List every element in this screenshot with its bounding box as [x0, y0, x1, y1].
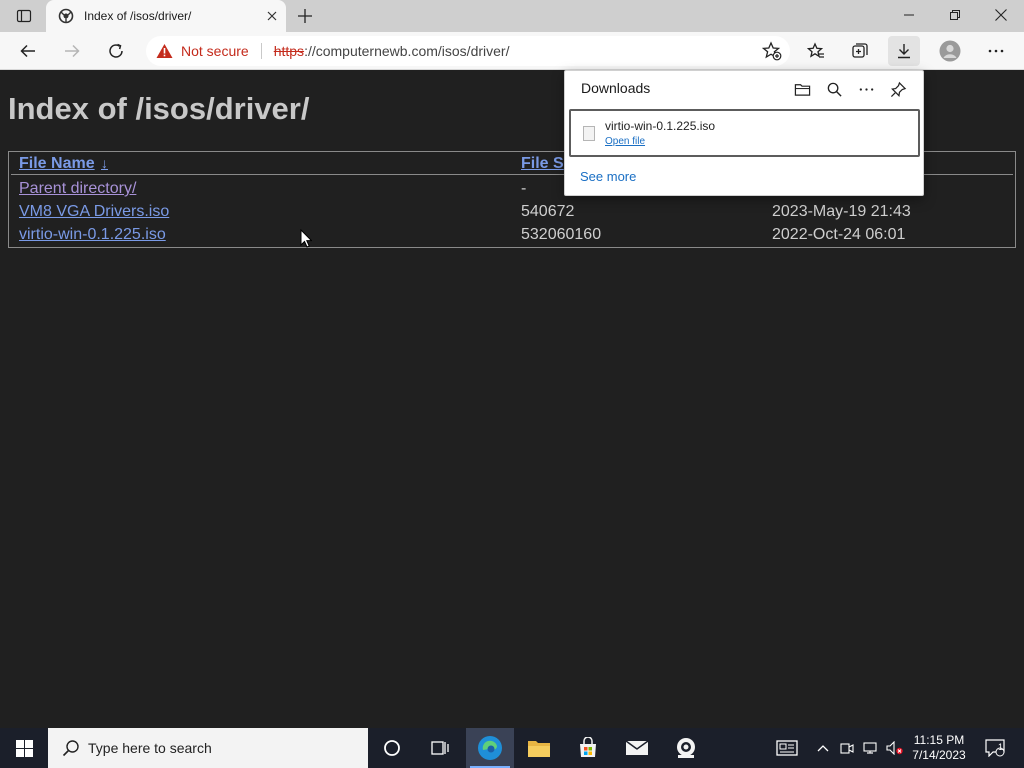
collections-icon[interactable] [844, 36, 876, 66]
back-icon[interactable] [12, 36, 44, 66]
add-favorite-icon[interactable] [762, 41, 782, 61]
favorites-icon[interactable] [800, 36, 832, 66]
search-downloads-icon[interactable] [821, 77, 847, 101]
network-icon[interactable] [860, 728, 882, 768]
profile-avatar-icon[interactable] [934, 36, 966, 66]
file-size: - [521, 180, 527, 197]
mouse-cursor-icon [300, 229, 312, 248]
device-icon[interactable] [836, 728, 858, 768]
chevron-up-icon[interactable] [812, 728, 834, 768]
edge-taskbar-icon[interactable] [466, 728, 514, 768]
url-text: ://computernewb.com/isos/driver/ [304, 43, 510, 59]
cortana-icon[interactable] [368, 728, 416, 768]
page-title: Index of /isos/driver/ [8, 91, 310, 126]
downloads-panel: Downloads virtio-win-0.1.225.iso Open fi… [564, 70, 924, 196]
file-date: 2023-May-19 21:43 [772, 203, 911, 220]
column-header-file-size[interactable]: File S [521, 155, 564, 173]
file-size: 540672 [521, 203, 575, 220]
tab-actions-icon[interactable] [8, 5, 40, 27]
mail-icon[interactable] [613, 728, 661, 768]
sort-arrow-icon[interactable]: ↓ [101, 155, 108, 171]
download-item[interactable]: virtio-win-0.1.225.iso Open file [569, 109, 920, 157]
notification-center-icon[interactable]: 1 [980, 728, 1010, 768]
downloads-icon[interactable] [888, 36, 920, 66]
search-icon [62, 740, 79, 757]
download-file-name: virtio-win-0.1.225.iso [605, 119, 716, 133]
clock-time: 11:15 PM [913, 733, 965, 747]
windows-logo-icon [15, 739, 33, 757]
tab-title: Index of /isos/driver/ [84, 9, 192, 23]
open-file-link[interactable]: Open file [605, 136, 645, 147]
browser-titlebar: Index of /isos/driver/ [0, 0, 1024, 32]
notification-count: 1 [998, 742, 1004, 752]
windows-taskbar: Type here to search 11:15 PM 7/14/2023 1 [0, 728, 1024, 768]
site-favicon-icon [58, 8, 74, 24]
downloads-panel-title: Downloads [581, 80, 651, 96]
webcam-app-icon[interactable] [662, 728, 710, 768]
file-size: 532060160 [521, 226, 602, 243]
more-options-icon[interactable] [853, 77, 879, 101]
new-tab-icon[interactable] [291, 4, 319, 28]
not-secure-label: Not secure [181, 43, 249, 59]
taskbar-search-box[interactable]: Type here to search [48, 728, 368, 768]
start-button[interactable] [0, 728, 48, 768]
pin-icon[interactable] [885, 77, 911, 101]
clock-date: 7/14/2023 [912, 748, 966, 762]
open-folder-icon[interactable] [789, 77, 815, 101]
see-more-link[interactable]: See more [580, 169, 636, 184]
volume-muted-icon[interactable] [884, 728, 906, 768]
url-scheme: https [273, 43, 305, 59]
restore-icon[interactable] [932, 0, 978, 30]
browser-toolbar: Not secure https://computernewb.com/isos… [0, 32, 1024, 70]
column-header-file-name[interactable]: File Name [19, 155, 95, 173]
file-link-vm8-vga-drivers[interactable]: VM8 VGA Drivers.iso [19, 203, 169, 221]
microsoft-store-icon[interactable] [564, 728, 612, 768]
address-separator [260, 43, 262, 59]
task-view-icon[interactable] [416, 728, 464, 768]
search-placeholder: Type here to search [88, 740, 212, 756]
not-secure-indicator[interactable]: Not secure [156, 43, 249, 59]
warning-triangle-icon [156, 44, 173, 58]
file-link-parent-directory[interactable]: Parent directory/ [19, 180, 136, 198]
close-window-icon[interactable] [978, 0, 1024, 30]
tab-close-icon[interactable] [258, 2, 286, 30]
file-explorer-icon[interactable] [515, 728, 563, 768]
minimize-icon[interactable] [886, 0, 932, 30]
file-icon [583, 126, 595, 141]
clock[interactable]: 11:15 PM 7/14/2023 [908, 728, 970, 768]
address-bar[interactable]: Not secure https://computernewb.com/isos… [146, 36, 790, 66]
active-tab[interactable]: Index of /isos/driver/ [46, 0, 286, 32]
file-link-virtio-win[interactable]: virtio-win-0.1.225.iso [19, 226, 166, 244]
file-date: 2022-Oct-24 06:01 [772, 226, 906, 243]
settings-more-icon[interactable] [980, 36, 1012, 66]
news-widget-icon[interactable] [770, 728, 804, 768]
refresh-icon[interactable] [100, 36, 132, 66]
forward-icon[interactable] [56, 36, 88, 66]
